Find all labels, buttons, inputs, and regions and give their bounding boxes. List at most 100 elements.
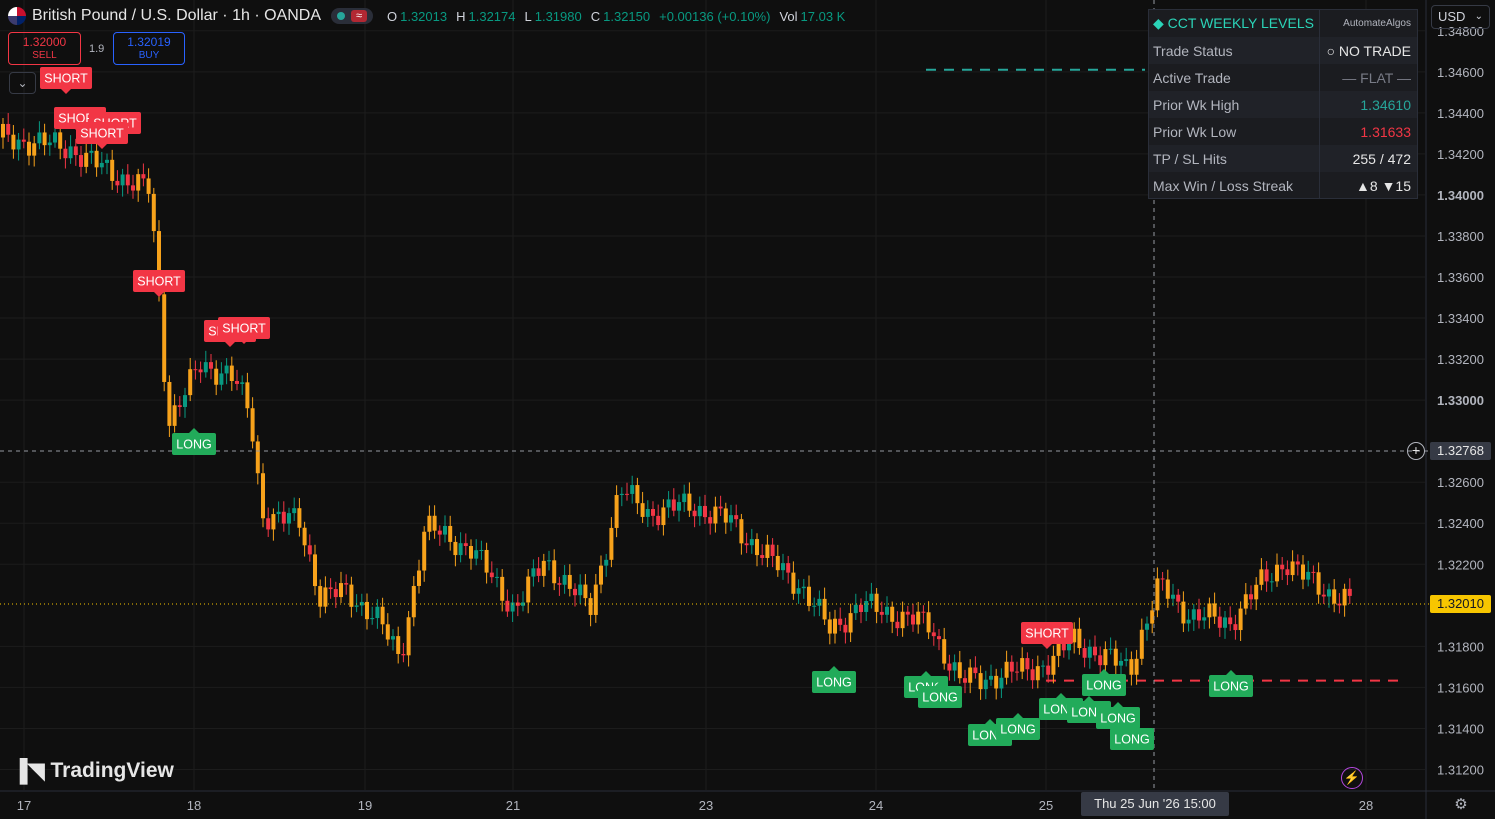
sell-button[interactable]: 1.32000 SELL xyxy=(8,32,81,65)
currency-button[interactable]: USD ⌄ xyxy=(1431,5,1490,29)
gear-icon[interactable]: ⚙ xyxy=(1451,795,1471,815)
candle-body xyxy=(37,132,42,144)
candle-body xyxy=(448,525,453,542)
candle-body xyxy=(609,527,614,560)
crosshair-price-label: 1.32768 xyxy=(1430,442,1491,460)
candle-body xyxy=(791,572,796,594)
candle-body xyxy=(1207,603,1212,618)
close-label: C xyxy=(590,8,601,24)
levels-row: Prior Wk Low 1.31633 xyxy=(1149,118,1417,145)
symbol-logo-icon[interactable] xyxy=(8,7,26,25)
candle-body xyxy=(734,515,739,520)
candle-body xyxy=(744,543,749,546)
levels-row-label: Prior Wk Low xyxy=(1153,123,1237,140)
candle-body xyxy=(349,584,354,607)
candle-body xyxy=(63,148,68,159)
y-tick-label: 1.33400 xyxy=(1437,311,1484,326)
candle-body xyxy=(593,584,598,615)
candle-body xyxy=(146,178,151,194)
short-signal-label: SHORT xyxy=(222,322,266,336)
candle-body xyxy=(391,636,395,640)
market-status[interactable]: ≈ xyxy=(330,8,373,24)
buy-button[interactable]: 1.32019 BUY xyxy=(113,32,185,65)
candle-body xyxy=(354,605,359,607)
levels-table-header: ◆ CCT WEEKLY LEVELS AutomateAlgos xyxy=(1149,10,1417,37)
levels-row: Trade Status ○ NO TRADE xyxy=(1149,37,1417,64)
candle-body xyxy=(453,541,458,556)
candle-body xyxy=(110,159,115,181)
levels-row-label: Max Win / Loss Streak xyxy=(1153,177,1294,194)
low-value: 1.31980 xyxy=(534,8,582,24)
levels-row-label: TP / SL Hits xyxy=(1153,150,1227,167)
candle-body xyxy=(307,545,312,555)
candle-body xyxy=(536,568,541,576)
candle-body xyxy=(921,611,926,613)
levels-table-brand: AutomateAlgos xyxy=(1343,18,1411,29)
currency-label: USD xyxy=(1438,9,1466,24)
lightning-bolt-icon[interactable]: ⚡ xyxy=(1341,767,1363,789)
add-alert-plus-icon[interactable]: + xyxy=(1407,442,1425,460)
levels-title-text: CCT WEEKLY LEVELS xyxy=(1167,15,1314,31)
candle-body xyxy=(1269,581,1274,583)
candle-body xyxy=(172,405,177,426)
candle-body xyxy=(365,601,369,620)
candle-body xyxy=(396,636,401,654)
candle-body xyxy=(261,473,265,519)
candle-body xyxy=(167,381,172,426)
candle-body xyxy=(245,382,250,409)
candle-body xyxy=(32,143,37,156)
candle-body xyxy=(957,662,962,679)
candle-body xyxy=(1113,648,1118,666)
sell-label: SELL xyxy=(32,50,57,61)
candle-body xyxy=(47,142,52,146)
candle-body xyxy=(801,586,806,589)
candle-body xyxy=(99,162,104,168)
candle-body xyxy=(541,560,546,576)
candle-body xyxy=(437,530,442,535)
candle-body xyxy=(1108,648,1113,650)
candle-body xyxy=(370,618,375,620)
symbol-title[interactable]: British Pound / U.S. Dollar · 1h · OANDA xyxy=(32,7,321,25)
close-value: 1.32150 xyxy=(603,8,651,24)
candle-body xyxy=(1098,655,1103,666)
candle-body xyxy=(573,588,577,596)
levels-row-label: Trade Status xyxy=(1153,42,1233,59)
tradingview-logo[interactable]: ▐◥ TradingView xyxy=(12,758,174,784)
candle-body xyxy=(869,593,874,602)
candle-body xyxy=(193,369,198,371)
candle-body xyxy=(474,550,479,559)
y-tick-label: 1.34400 xyxy=(1437,106,1484,121)
candle-body xyxy=(1243,594,1248,609)
candle-body xyxy=(994,675,999,689)
candle-body xyxy=(879,611,884,615)
candle-body xyxy=(183,395,187,407)
candle-body xyxy=(255,441,260,474)
candle-body xyxy=(697,505,702,517)
candle-body xyxy=(1290,561,1295,576)
y-tick-label: 1.33200 xyxy=(1437,352,1484,367)
candle-body xyxy=(219,373,224,385)
candle-body xyxy=(1202,617,1207,621)
candle-body xyxy=(760,555,765,558)
candle-body xyxy=(1342,588,1347,606)
candle-body xyxy=(11,134,16,150)
signal-pointer xyxy=(1056,693,1066,698)
candle-body xyxy=(1009,661,1014,672)
ohlc-readout: O 1.32013 H 1.32174 L 1.31980 C 1.32150 +0.0… xyxy=(387,9,851,24)
candle-body xyxy=(630,485,635,494)
candle-body xyxy=(729,515,733,523)
candle-body xyxy=(1212,603,1217,617)
candle-body xyxy=(895,621,900,629)
candle-body xyxy=(843,624,848,633)
candle-body xyxy=(718,506,723,509)
candle-body xyxy=(931,632,936,637)
candle-body xyxy=(302,527,307,546)
candle-body xyxy=(583,584,588,599)
signal-pointer xyxy=(921,671,931,676)
candle-body xyxy=(1327,589,1331,597)
candle-body xyxy=(1087,646,1092,658)
candle-body xyxy=(432,515,437,531)
candle-body xyxy=(885,606,889,615)
collapse-chevron-icon[interactable]: ⌄ xyxy=(9,72,36,94)
levels-row-label: Active Trade xyxy=(1153,69,1231,86)
